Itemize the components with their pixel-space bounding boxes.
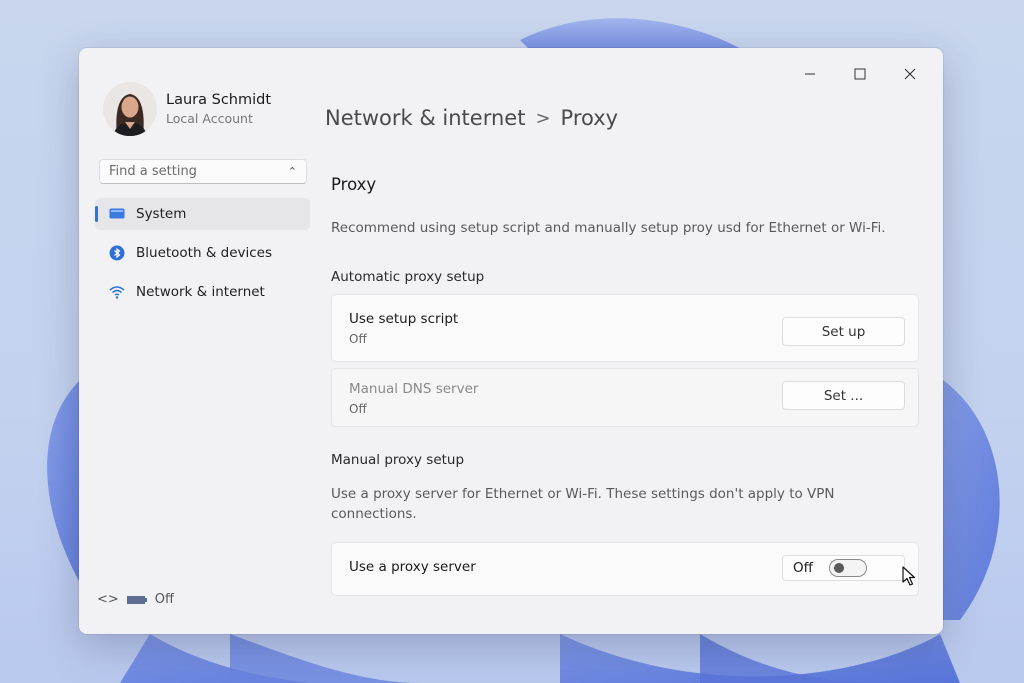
setup-script-title: Use setup script (349, 311, 459, 327)
sidebar-item-label: Bluetooth & devices (136, 245, 273, 261)
settings-window: Laura Schmidt Local Account Find a setti… (79, 48, 943, 634)
bluetooth-icon (108, 245, 125, 262)
proxy-server-card: Use a proxy server Off (331, 542, 919, 596)
sidebar-nav: System Bluetooth & devices Network & int… (95, 198, 310, 315)
user-profile[interactable]: Laura Schmidt Local Account (103, 82, 271, 136)
avatar (103, 82, 157, 136)
code-icon: <> (97, 592, 119, 607)
sidebar: Laura Schmidt Local Account Find a setti… (79, 48, 319, 634)
sidebar-item-network[interactable]: Network & internet (95, 276, 310, 308)
page-title: Proxy (331, 175, 377, 194)
toggle-state-label: Off (793, 560, 813, 576)
search-placeholder: Find a setting (109, 164, 197, 179)
sidebar-footer-status[interactable]: <> Off (97, 592, 182, 607)
proxy-server-toggle-group[interactable]: Off (782, 555, 905, 581)
wifi-icon (108, 284, 125, 301)
automatic-proxy-heading: Automatic proxy setup (331, 269, 485, 285)
dns-server-status: Off (349, 402, 367, 416)
toggle-knob (834, 563, 844, 573)
breadcrumb-current: Proxy (560, 106, 619, 130)
sidebar-item-system[interactable]: System (95, 198, 310, 230)
battery-icon (126, 595, 147, 604)
setup-script-button[interactable]: Set up (782, 317, 905, 346)
chevron-updown-icon: ⌃ (287, 165, 297, 178)
sidebar-item-label: System (136, 206, 187, 222)
breadcrumb: Network & internet > Proxy (325, 106, 618, 130)
user-name: Laura Schmidt (166, 92, 272, 108)
breadcrumb-separator: > (535, 107, 551, 129)
dns-server-button[interactable]: Set ... (782, 381, 905, 410)
sidebar-item-bluetooth[interactable]: Bluetooth & devices (95, 237, 310, 269)
mouse-cursor-icon (902, 566, 916, 586)
setup-script-card: Use setup script Off Set up (331, 294, 919, 362)
page-description: Recommend using setup script and manuall… (331, 220, 886, 236)
proxy-server-toggle[interactable] (829, 559, 867, 577)
manual-proxy-description: Use a proxy server for Ethernet or Wi-Fi… (331, 486, 835, 522)
dns-server-card: Manual DNS server Off Set ... (331, 368, 919, 427)
manual-proxy-heading: Manual proxy setup (331, 452, 465, 468)
proxy-server-title: Use a proxy server (349, 559, 476, 575)
footer-status-label: Off (154, 592, 174, 607)
setup-script-status: Off (349, 332, 367, 346)
account-type: Local Account (166, 111, 253, 126)
search-input[interactable]: Find a setting ⌃ (99, 159, 307, 184)
sidebar-item-label: Network & internet (136, 284, 265, 300)
system-icon (108, 206, 125, 223)
main-content: Network & internet > Proxy Proxy Recomme… (325, 48, 919, 634)
dns-server-title: Manual DNS server (349, 381, 479, 397)
breadcrumb-parent[interactable]: Network & internet (325, 106, 525, 130)
